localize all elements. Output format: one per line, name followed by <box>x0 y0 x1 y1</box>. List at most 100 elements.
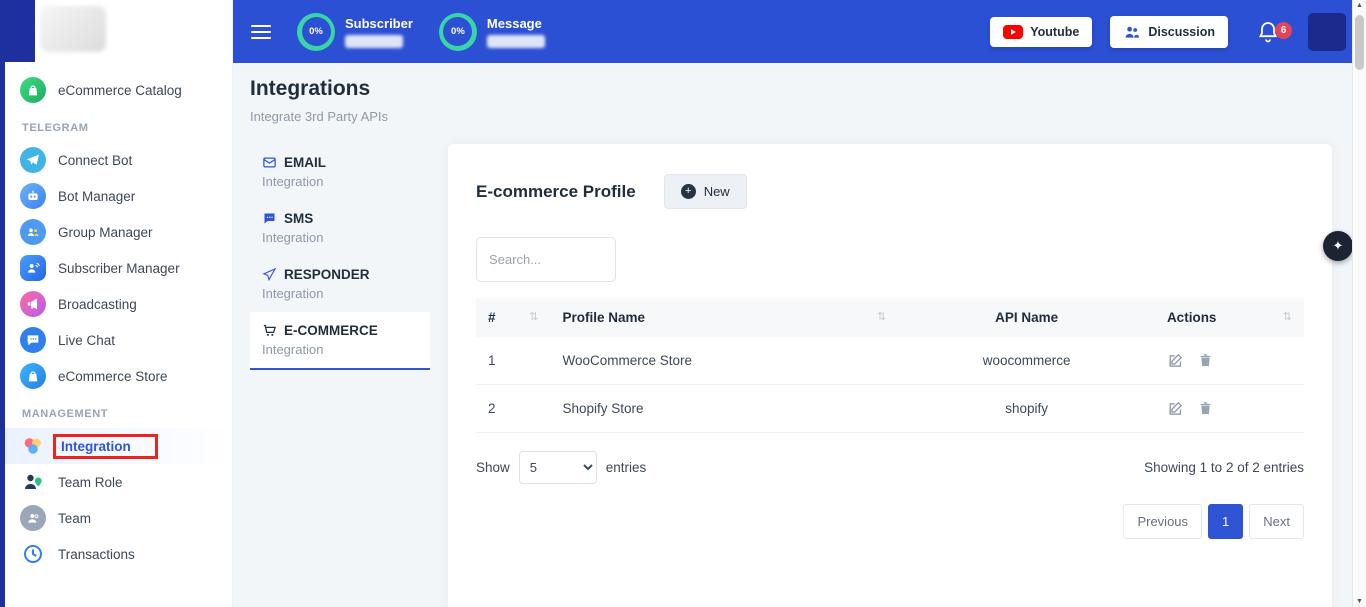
user-avatar[interactable] <box>1308 13 1346 51</box>
page-content: Integrations Integrate 3rd Party APIs EM… <box>233 63 1366 607</box>
sidebar-section-telegram: TELEGRAM <box>0 108 232 142</box>
sidebar-item-ecommerce-store[interactable]: eCommerce Store <box>0 358 232 394</box>
sidebar-item-subscriber-manager[interactable]: Subscriber Manager <box>0 250 232 286</box>
topbar-right: Youtube Discussion 6 <box>990 13 1346 51</box>
integration-icon <box>20 433 46 459</box>
main-area: 0% Subscriber 0% Message <box>233 0 1366 607</box>
discussion-button[interactable]: Discussion <box>1110 16 1228 48</box>
cell-api-name: shopify <box>898 385 1155 433</box>
team-role-icon <box>20 469 46 495</box>
notification-badge: 6 <box>1275 22 1292 39</box>
cell-profile-name: WooCommerce Store <box>551 337 899 385</box>
redacted-subscriber-value <box>345 35 403 48</box>
search-input[interactable] <box>476 237 616 282</box>
menu-toggle-button[interactable] <box>251 25 271 39</box>
collapsed-rail <box>0 0 5 607</box>
tab-subtitle: Integration <box>262 286 418 301</box>
pagination: Previous 1 Next <box>476 504 1304 539</box>
sidebar-item-label: Connect Bot <box>58 153 132 168</box>
sidebar-item-broadcasting[interactable]: Broadcasting <box>0 286 232 322</box>
message-percent: 0% <box>443 17 472 46</box>
entries-label: entries <box>606 460 647 475</box>
showing-entries-text: Showing 1 to 2 of 2 entries <box>1144 460 1304 475</box>
cart-icon <box>262 323 277 338</box>
youtube-button[interactable]: Youtube <box>990 17 1092 47</box>
delete-icon[interactable] <box>1197 352 1214 369</box>
sidebar-item-integration[interactable]: Integration <box>0 428 232 464</box>
delete-icon[interactable] <box>1197 400 1214 417</box>
sidebar-item-group-manager[interactable]: Group Manager <box>0 214 232 250</box>
assistant-fab-button[interactable]: ✦ <box>1323 231 1353 261</box>
cell-api-name: woocommerce <box>898 337 1155 385</box>
per-page-select[interactable]: 5 <box>519 451 597 484</box>
message-stat: 0% Message <box>439 13 545 51</box>
tab-ecommerce-integration[interactable]: E-COMMERCE Integration <box>250 312 430 370</box>
tab-title: EMAIL <box>284 155 326 170</box>
sidebar-item-label: Group Manager <box>58 225 153 240</box>
tab-title: RESPONDER <box>284 267 370 282</box>
cell-num: 2 <box>476 385 551 433</box>
profiles-table: # ⇅ Profile Name ⇅ API Name <box>476 298 1304 433</box>
youtube-button-label: Youtube <box>1030 25 1079 39</box>
robot-icon <box>20 183 46 209</box>
next-page-button[interactable]: Next <box>1249 504 1304 539</box>
ecommerce-profile-card: E-commerce Profile + New # ⇅ <box>448 144 1332 607</box>
tab-title: E-COMMERCE <box>284 323 378 338</box>
sparkle-icon: ✦ <box>1333 238 1344 254</box>
sidebar-item-bot-manager[interactable]: Bot Manager <box>0 178 232 214</box>
edit-icon[interactable] <box>1167 400 1184 417</box>
column-header-profile-name[interactable]: Profile Name ⇅ <box>551 298 899 337</box>
scroll-down-arrow[interactable]: ▼ <box>1356 598 1363 605</box>
sidebar-item-live-chat[interactable]: Live Chat <box>0 322 232 358</box>
table-row: 2 Shopify Store shopify <box>476 385 1304 433</box>
transactions-icon <box>20 541 46 567</box>
tab-subtitle: Integration <box>262 342 418 357</box>
sidebar-item-team[interactable]: Team <box>0 500 232 536</box>
subscriber-stat-label: Subscriber <box>345 16 413 31</box>
scrollbar-thumb[interactable] <box>1355 15 1364 70</box>
cell-num: 1 <box>476 337 551 385</box>
collapsed-rail-logo <box>0 0 35 62</box>
sidebar-item-label: eCommerce Catalog <box>58 83 182 98</box>
tab-sms-integration[interactable]: SMS Integration <box>250 200 430 256</box>
column-header-num[interactable]: # ⇅ <box>476 298 551 337</box>
scroll-up-arrow[interactable]: ▲ <box>1356 2 1363 9</box>
redacted-message-value <box>487 35 545 48</box>
subscriber-icon <box>20 255 46 281</box>
column-header-api-name[interactable]: API Name <box>898 298 1155 337</box>
sidebar-section-management: MANAGEMENT <box>0 394 232 428</box>
app-window: eCommerce Catalog TELEGRAM Connect Bot B… <box>0 0 1366 607</box>
sidebar-item-label: Integration <box>53 434 158 459</box>
table-header-row: # ⇅ Profile Name ⇅ API Name <box>476 298 1304 337</box>
sidebar-item-label: Bot Manager <box>58 189 135 204</box>
page-subtitle: Integrate 3rd Party APIs <box>250 109 1332 124</box>
sidebar-item-transactions[interactable]: Transactions <box>0 536 232 572</box>
column-header-actions[interactable]: Actions ⇅ <box>1155 298 1304 337</box>
sidebar-item-label: Subscriber Manager <box>58 261 180 276</box>
sidebar-item-label: Team <box>58 511 91 526</box>
youtube-icon <box>1003 25 1023 39</box>
card-title: E-commerce Profile <box>476 182 636 202</box>
edit-icon[interactable] <box>1167 352 1184 369</box>
page-1-button[interactable]: 1 <box>1208 504 1243 539</box>
plus-icon: + <box>681 184 696 199</box>
sidebar-item-team-role[interactable]: Team Role <box>0 464 232 500</box>
tab-subtitle: Integration <box>262 230 418 245</box>
notifications-button[interactable]: 6 <box>1256 20 1280 44</box>
sidebar-item-connect-bot[interactable]: Connect Bot <box>0 142 232 178</box>
sort-icon[interactable]: ⇅ <box>1283 310 1292 323</box>
store-bag-icon <box>20 363 46 389</box>
sort-icon[interactable]: ⇅ <box>877 310 886 323</box>
sidebar: eCommerce Catalog TELEGRAM Connect Bot B… <box>0 0 233 607</box>
table-row: 1 WooCommerce Store woocommerce <box>476 337 1304 385</box>
tab-responder-integration[interactable]: RESPONDER Integration <box>250 256 430 312</box>
subscriber-progress-ring: 0% <box>297 13 335 51</box>
subscriber-percent: 0% <box>302 17 331 46</box>
tab-email-integration[interactable]: EMAIL Integration <box>250 144 430 200</box>
shopping-bag-icon <box>20 77 46 103</box>
new-profile-button[interactable]: + New <box>664 174 747 209</box>
sort-icon[interactable]: ⇅ <box>529 310 538 323</box>
previous-page-button[interactable]: Previous <box>1123 504 1202 539</box>
sidebar-item-ecommerce-catalog[interactable]: eCommerce Catalog <box>0 72 232 108</box>
scrollbar[interactable]: ▲ ▼ <box>1352 0 1366 607</box>
